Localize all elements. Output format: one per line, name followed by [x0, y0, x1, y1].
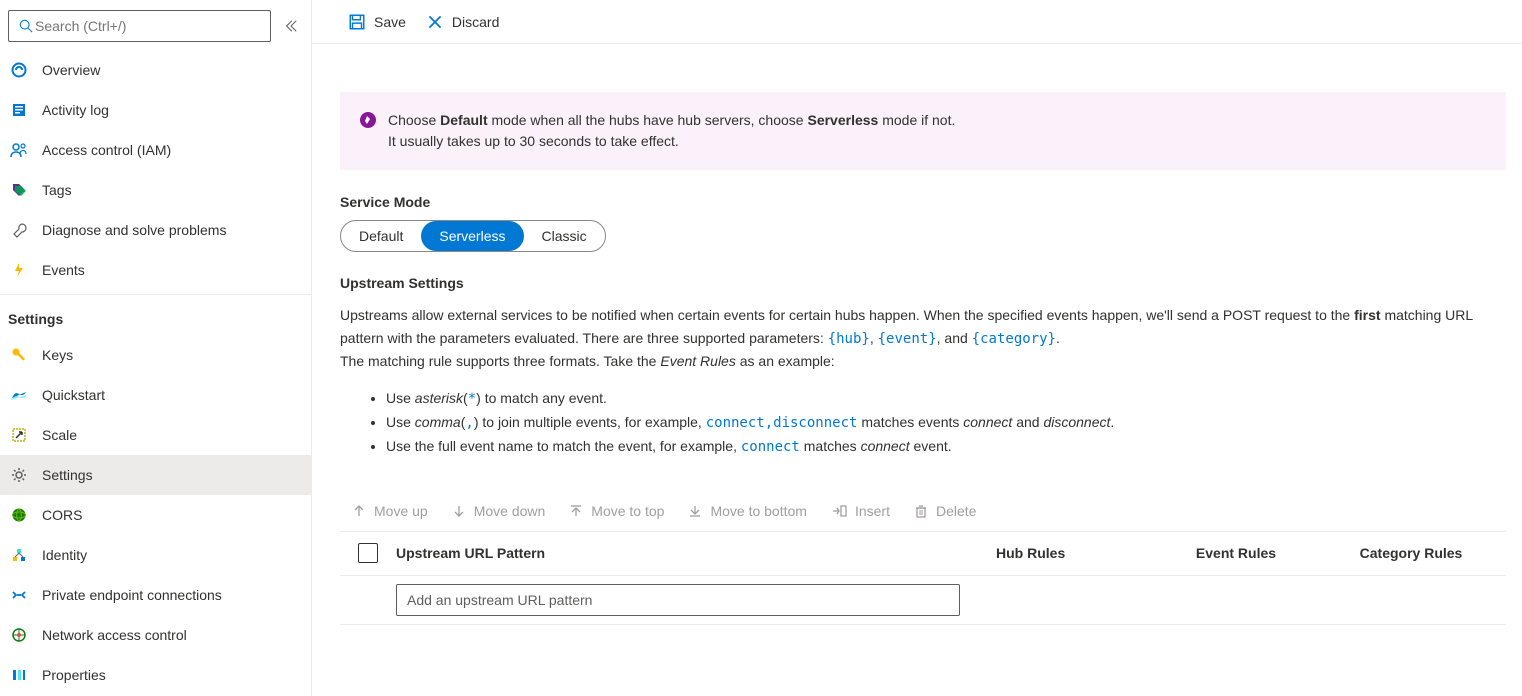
properties-icon	[10, 666, 28, 684]
overview-icon	[10, 61, 28, 79]
sidebar-item-quickstart[interactable]: Quickstart	[0, 375, 311, 415]
quickstart-icon	[10, 386, 28, 404]
sidebar-item-label: Identity	[42, 547, 87, 563]
sidebar-item-access-control[interactable]: Access control (IAM)	[0, 130, 311, 170]
sidebar-item-diagnose[interactable]: Diagnose and solve problems	[0, 210, 311, 250]
network-access-icon	[10, 626, 28, 644]
sidebar-item-label: Activity log	[42, 102, 109, 118]
sidebar-item-settings[interactable]: Settings	[0, 455, 311, 495]
table-header: Upstream URL Pattern Hub Rules Event Rul…	[340, 532, 1506, 576]
sidebar-item-label: Scale	[42, 427, 77, 443]
sidebar-item-label: Quickstart	[42, 387, 105, 403]
sidebar-item-label: Events	[42, 262, 85, 278]
collapse-sidebar-button[interactable]	[279, 14, 303, 38]
list-item: Use comma(,) to join multiple events, fo…	[386, 411, 1506, 435]
sidebar-item-events[interactable]: Events	[0, 250, 311, 290]
events-icon	[10, 261, 28, 279]
scale-icon	[10, 426, 28, 444]
sidebar-item-label: Keys	[42, 347, 73, 363]
table-toolbar: Move up Move down Move to top Move to bo…	[340, 503, 1506, 519]
sidebar-item-label: Private endpoint connections	[42, 587, 222, 603]
access-control-icon	[10, 141, 28, 159]
discard-button[interactable]: Discard	[426, 13, 499, 31]
search-box[interactable]	[8, 10, 271, 42]
move-up-button[interactable]: Move up	[352, 503, 428, 519]
upstream-settings: Upstream Settings Upstreams allow extern…	[340, 272, 1506, 459]
sidebar-item-label: Tags	[42, 182, 72, 198]
upstream-url-input[interactable]	[396, 584, 960, 616]
move-down-button[interactable]: Move down	[452, 503, 546, 519]
settings-icon	[10, 466, 28, 484]
sidebar: Overview Activity log Access control (IA…	[0, 0, 312, 696]
sidebar-item-private-endpoint[interactable]: Private endpoint connections	[0, 575, 311, 615]
move-to-bottom-button[interactable]: Move to bottom	[688, 503, 807, 519]
sidebar-item-identity[interactable]: Identity	[0, 535, 311, 575]
service-mode-serverless[interactable]: Serverless	[421, 221, 523, 251]
search-wrap	[0, 10, 311, 50]
service-mode-title: Service Mode	[340, 194, 1506, 210]
sidebar-item-label: CORS	[42, 507, 82, 523]
activity-log-icon	[10, 101, 28, 119]
keys-icon	[10, 346, 28, 364]
upstream-title: Upstream Settings	[340, 272, 1506, 294]
identity-icon	[10, 546, 28, 564]
save-icon	[348, 13, 366, 31]
sidebar-item-overview[interactable]: Overview	[0, 50, 311, 90]
content: Choose Default mode when all the hubs ha…	[312, 44, 1522, 641]
sidebar-item-label: Diagnose and solve problems	[42, 222, 226, 238]
upstream-table: Upstream URL Pattern Hub Rules Event Rul…	[340, 531, 1506, 625]
service-mode-group: Default Serverless Classic	[340, 220, 606, 252]
info-icon	[360, 112, 376, 128]
sidebar-item-keys[interactable]: Keys	[0, 335, 311, 375]
header-event: Event Rules	[1156, 545, 1316, 561]
delete-button[interactable]: Delete	[914, 503, 976, 519]
header-url: Upstream URL Pattern	[396, 545, 996, 561]
sidebar-section-settings: Settings	[0, 294, 311, 335]
cors-icon	[10, 506, 28, 524]
sidebar-item-label: Access control (IAM)	[42, 142, 171, 158]
sidebar-item-properties[interactable]: Properties	[0, 655, 311, 695]
move-to-top-button[interactable]: Move to top	[569, 503, 664, 519]
header-hub: Hub Rules	[996, 545, 1156, 561]
sidebar-item-network-access[interactable]: Network access control	[0, 615, 311, 655]
upstream-rules-list: Use asterisk(*) to match any event. Use …	[386, 387, 1506, 459]
command-bar: Save Discard	[312, 0, 1522, 44]
sidebar-item-cors[interactable]: CORS	[0, 495, 311, 535]
main-content: Save Discard Choose Default mode when al…	[312, 0, 1522, 696]
save-button[interactable]: Save	[348, 13, 406, 31]
sidebar-item-activity-log[interactable]: Activity log	[0, 90, 311, 130]
header-cat: Category Rules	[1316, 545, 1506, 561]
info-banner: Choose Default mode when all the hubs ha…	[340, 92, 1506, 170]
upstream-paragraph: Upstreams allow external services to be …	[340, 304, 1506, 372]
sidebar-item-label: Network access control	[42, 627, 187, 643]
sidebar-item-label: Overview	[42, 62, 100, 78]
sidebar-item-label: Settings	[42, 467, 93, 483]
diagnose-icon	[10, 221, 28, 239]
search-input[interactable]	[35, 18, 262, 34]
table-row	[340, 576, 1506, 624]
sidebar-item-tags[interactable]: Tags	[0, 170, 311, 210]
discard-icon	[426, 13, 444, 31]
sidebar-item-label: Properties	[42, 667, 106, 683]
list-item: Use asterisk(*) to match any event.	[386, 387, 1506, 411]
insert-button[interactable]: Insert	[831, 503, 890, 519]
info-text: Choose Default mode when all the hubs ha…	[388, 110, 955, 152]
private-endpoint-icon	[10, 586, 28, 604]
list-item: Use the full event name to match the eve…	[386, 435, 1506, 459]
search-icon	[17, 17, 35, 35]
sidebar-item-scale[interactable]: Scale	[0, 415, 311, 455]
service-mode-classic[interactable]: Classic	[524, 221, 605, 251]
select-all-checkbox[interactable]	[358, 543, 378, 563]
tags-icon	[10, 181, 28, 199]
discard-label: Discard	[452, 14, 499, 30]
service-mode-default[interactable]: Default	[341, 221, 421, 251]
save-label: Save	[374, 14, 406, 30]
